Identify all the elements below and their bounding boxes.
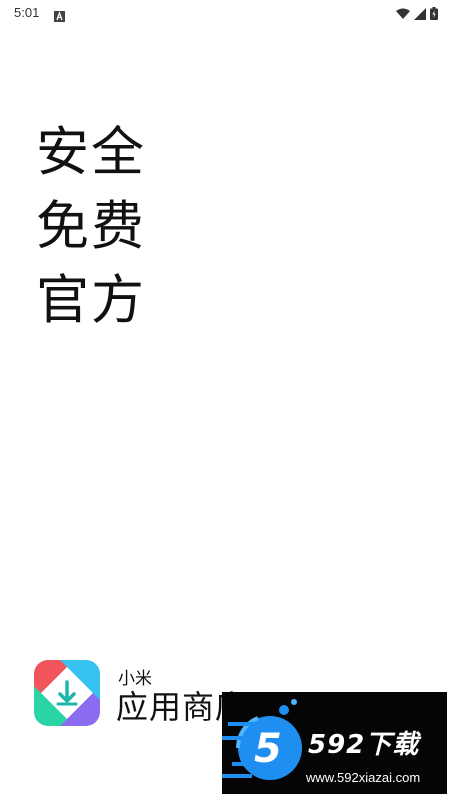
watermark-title: 592下载 bbox=[308, 730, 420, 760]
slogan-line-official: 官方 bbox=[36, 270, 146, 331]
watermark-logo-char: 5 bbox=[254, 726, 282, 772]
app-store-logo-icon bbox=[34, 660, 100, 726]
status-time: 5:01 bbox=[14, 5, 40, 20]
status-icons bbox=[396, 5, 438, 24]
status-bar: 5:01 bbox=[0, 0, 450, 26]
slogan-line-safe: 安全 bbox=[36, 122, 146, 183]
signal-icon bbox=[414, 5, 426, 24]
wifi-icon bbox=[396, 5, 410, 24]
watermark-url: www.592xiazai.com bbox=[306, 770, 421, 785]
watermark-592xiazai: 5 592下载 www.592xiazai.com bbox=[222, 692, 447, 794]
battery-icon bbox=[430, 5, 438, 24]
notification-a-icon bbox=[54, 7, 65, 26]
slogan: 安全 免费 官方 bbox=[36, 120, 146, 342]
slogan-line-free: 免费 bbox=[36, 196, 146, 257]
